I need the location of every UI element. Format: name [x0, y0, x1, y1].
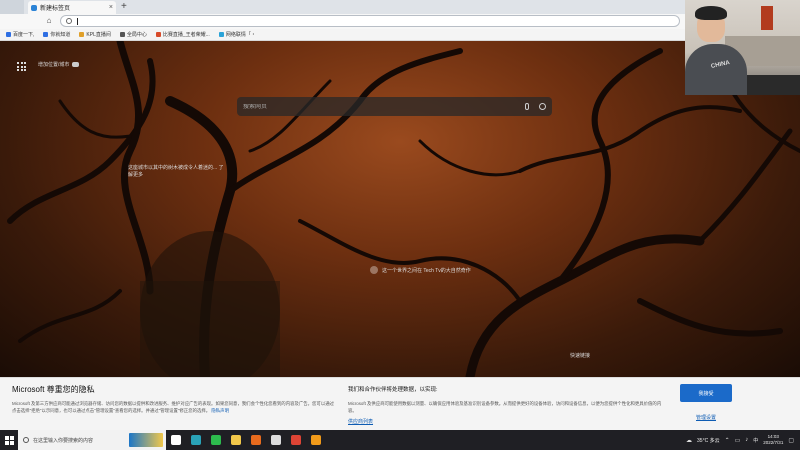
weather-text[interactable]: 35°C 多云: [697, 437, 720, 444]
partner-body: Microsoft 及供应商可能使用数据以测量、以确保应用体验及基准识别设备参数…: [348, 401, 662, 413]
bookmark-label: 百度一下,: [13, 32, 35, 38]
taskbar-app-wechat[interactable]: [206, 430, 226, 450]
privacy-consent-banner: Microsoft 尊重您的隐私 Microsoft 及第三方供应商可能通过浏览…: [0, 377, 800, 430]
cam-cabinet: [761, 6, 773, 30]
hotspot-label: 这一个世界之间在 Tech Tv的大自然奇作: [382, 267, 471, 274]
volume-icon[interactable]: ♪: [745, 437, 748, 443]
bookmark-item[interactable]: 百度一下,: [6, 31, 34, 38]
vendor-list-link[interactable]: 供应商列表: [348, 418, 373, 425]
edge-icon: [191, 435, 201, 445]
bookmark-label: 全局中心: [126, 32, 147, 38]
image-hotspot-info-2[interactable]: 这一个世界之间在 Tech Tv的大自然奇作: [370, 266, 471, 274]
home-button[interactable]: ⌂: [44, 16, 54, 26]
wallpaper-branches: [7, 41, 800, 377]
cam-desk: [747, 75, 800, 95]
taskbar-app-firefox[interactable]: [246, 430, 266, 450]
tab-new-tab[interactable]: 新建标签页 ×: [28, 1, 116, 14]
mail-icon: [311, 435, 321, 445]
bookmark-label: 网络联情「・: [225, 32, 256, 38]
cam-person-hair: [695, 6, 727, 20]
bookmark-item[interactable]: 网络联情「・: [218, 31, 256, 38]
search-icon[interactable]: [539, 103, 546, 110]
taskbar-search[interactable]: 在这里输入你要搜索的内容: [18, 430, 166, 450]
taskbar-app-chrome[interactable]: [286, 430, 306, 450]
bookmark-favicon-icon: [218, 32, 224, 37]
weather-cloud-icon: [72, 62, 80, 67]
network-icon[interactable]: ▭: [735, 437, 741, 444]
search-highlight-image: [129, 433, 163, 447]
clock-date: 2022/7/31: [763, 440, 784, 445]
bookmark-favicon-icon: [6, 32, 11, 37]
bookmark-favicon-icon: [43, 32, 49, 37]
app-launcher-icon[interactable]: [17, 62, 26, 71]
hotspot-dot-icon: [370, 266, 378, 274]
video-player-icon: [271, 435, 281, 445]
new-tab-button[interactable]: +: [121, 1, 127, 13]
new-tab-page: 增加位置/城市 这座城市以其中的树木被成令人着迷的... 了解更多 这一个世界之…: [0, 41, 800, 377]
bookmark-label: KPL直播间: [86, 32, 111, 38]
privacy-title: Microsoft 尊重您的隐私: [12, 385, 95, 394]
privacy-statement-link[interactable]: 隐私声明: [211, 408, 229, 413]
bookmark-item[interactable]: KPL直播间: [79, 31, 111, 38]
taskbar-app-file-explorer[interactable]: [226, 430, 246, 450]
address-bar[interactable]: [60, 15, 680, 27]
quick-links-toggle[interactable]: 快速链接: [570, 352, 590, 359]
task-view-icon: [171, 435, 181, 445]
bookmarks-bar: 百度一下, 你就知道 KPL直播间 全局中心 比赛直播_王者荣耀... 网络联情「・: [0, 29, 800, 41]
tab-close-button[interactable]: ×: [109, 4, 113, 11]
chrome-icon: [291, 435, 301, 445]
taskbar-app-task-view[interactable]: [166, 430, 186, 450]
window-menu-button[interactable]: [0, 0, 24, 14]
windows-logo-icon: [4, 435, 14, 445]
tab-title: 新建标签页: [40, 6, 71, 12]
privacy-body: Microsoft 及第三方供应商可能通过浏览器存储、访问您的数据以提供和改进服…: [12, 400, 334, 414]
search-icon: [66, 18, 72, 24]
bookmark-item[interactable]: 你就知道: [43, 31, 70, 38]
pinned-apps: [166, 430, 326, 450]
cam-person-body: [685, 44, 747, 95]
edge-favicon-icon: [31, 4, 37, 11]
bookmark-label: 比赛直播_王者荣耀...: [162, 32, 210, 38]
manage-settings-link[interactable]: 管理设置: [680, 414, 732, 421]
bookmark-label: 你就知道: [50, 32, 71, 38]
taskbar-app-edge[interactable]: [186, 430, 206, 450]
chevron-up-icon[interactable]: ⌃: [725, 437, 730, 444]
image-hotspot-info[interactable]: 这座城市以其中的树木被成令人着迷的... 了解更多: [128, 165, 228, 179]
clock[interactable]: 14:03 2022/7/31: [763, 434, 783, 446]
firefox-icon: [251, 435, 261, 445]
taskbar-search-placeholder: 在这里输入你要搜索的内容: [33, 437, 94, 444]
bookmark-favicon-icon: [79, 32, 85, 37]
web-search-input[interactable]: [243, 103, 525, 110]
text-caret: [77, 17, 78, 25]
taskbar: 在这里输入你要搜索的内容 ☁ 35°C 多云 ⌃ ▭ ♪ 中 14:03 202…: [0, 430, 800, 450]
webcam-overlay: CHINA: [685, 0, 800, 95]
bookmark-favicon-icon: [155, 32, 161, 37]
system-tray: ☁ 35°C 多云 ⌃ ▭ ♪ 中 14:03 2022/7/31 ▢: [686, 430, 800, 450]
notification-icon[interactable]: ▢: [788, 437, 794, 444]
bookmark-item[interactable]: 全局中心: [119, 31, 147, 38]
location-label: 增加位置/城市: [38, 62, 70, 68]
weather-icon: ☁: [686, 437, 693, 444]
wechat-icon: [211, 435, 221, 445]
taskbar-app-mail[interactable]: [306, 430, 326, 450]
web-search-box[interactable]: [237, 97, 552, 116]
browser-toolbar: ⌂: [0, 14, 800, 29]
privacy-body-text: Microsoft 及第三方供应商可能通过浏览器存储、访问您的数据以提供和改进服…: [12, 401, 334, 413]
file-explorer-icon: [231, 435, 241, 445]
partner-title: 我们和合作伙伴将处理数据，以实现:: [348, 387, 438, 393]
start-button[interactable]: [0, 430, 18, 450]
tab-bar: 新建标签页 × +: [0, 0, 800, 14]
ime-indicator[interactable]: 中: [753, 437, 758, 444]
search-icon: [23, 437, 29, 443]
accept-button[interactable]: 我接受: [680, 384, 732, 402]
taskbar-app-video-player[interactable]: [266, 430, 286, 450]
weather-location-widget[interactable]: 增加位置/城市: [38, 61, 80, 68]
bookmark-item[interactable]: 比赛直播_王者荣耀...: [155, 31, 210, 38]
microphone-icon[interactable]: [525, 103, 529, 110]
bookmark-favicon-icon: [119, 32, 125, 37]
